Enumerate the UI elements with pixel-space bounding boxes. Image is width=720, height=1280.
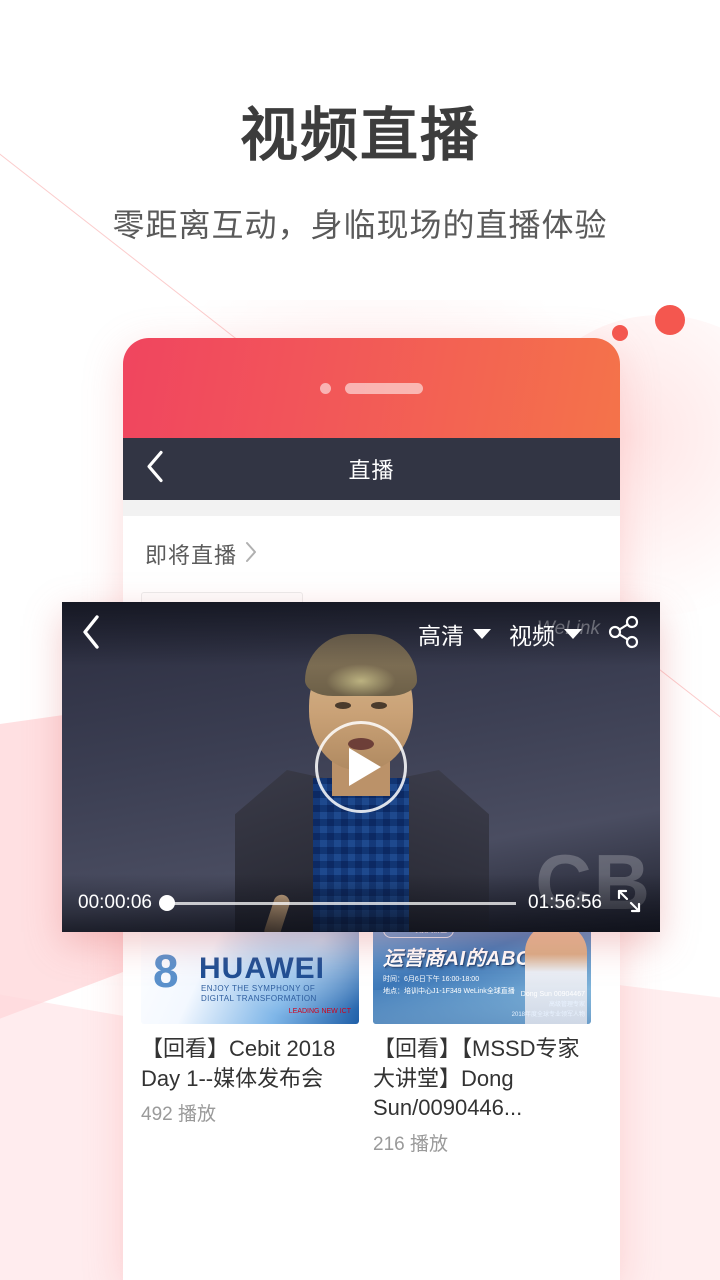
fullscreen-icon[interactable] — [614, 886, 644, 921]
navbar-back-icon[interactable] — [145, 450, 165, 489]
red-dot-large-icon — [655, 305, 685, 335]
quality-label: 高清 — [418, 623, 464, 649]
app-navbar: 直播 — [123, 438, 620, 500]
content-divider-top — [123, 500, 620, 516]
thumb-meta-2: 地点：培训中心J1-1F349 WeLink全球直播 — [383, 988, 515, 995]
thumb-meta-1: 时间：6月6日下午 16:00-18:00 — [383, 976, 480, 983]
total-time-label: 01:56:56 — [528, 892, 602, 913]
navbar-title: 直播 — [348, 458, 395, 483]
thumb-person-role: 高级管理专家 — [548, 1002, 585, 1008]
thumb-brand-wordmark: HUAWEI — [199, 952, 325, 985]
camera-icon — [320, 382, 331, 394]
hero-text-block: 视频直播 零距离互动，身临现场的直播体验 — [0, 0, 720, 246]
share-icon[interactable] — [606, 614, 642, 655]
red-dot-small-icon — [612, 325, 628, 341]
speaker-eye-left — [335, 702, 351, 709]
thumb-numeral: 8 — [153, 945, 179, 997]
speaker-eye-right — [371, 702, 387, 709]
replay-card-plays: 492 播放 — [141, 1104, 216, 1126]
thumb-corner-text: LEADING NEW ICT — [288, 1007, 351, 1015]
caret-down-icon — [473, 629, 491, 639]
page-subtitle: 零距离互动，身临现场的直播体验 — [112, 206, 608, 243]
replay-card[interactable]: MSSD 专家大讲堂 运营商AI的ABCDES 时间：6月6日下午 16:00-… — [373, 900, 591, 1156]
thumb-tagline-2: DIGITAL TRANSFORMATION — [201, 994, 317, 1003]
thumb-tagline-1: ENJOY THE SYMPHONY OF — [201, 984, 316, 993]
player-watermark: WeLink — [536, 618, 600, 639]
progress-slider[interactable] — [159, 895, 517, 911]
replay-card-grid: HUAWEI 8 HUAWEI ENJOY THE SYMPHONY OF DI… — [123, 896, 620, 1156]
chevron-right-icon — [245, 541, 258, 568]
thumb-person-name: Dong Sun 00904467 — [520, 991, 585, 998]
replay-card-title: 【回看】【MSSD专家大讲堂】Dong Sun/0090446... — [373, 1036, 580, 1121]
video-player[interactable]: CB 高清 视频 WeLink 00:0 — [62, 602, 660, 932]
phone-top-bezel — [123, 338, 620, 438]
current-time-label: 00:00:06 — [78, 892, 152, 913]
replay-card[interactable]: HUAWEI 8 HUAWEI ENJOY THE SYMPHONY OF DI… — [141, 900, 359, 1156]
replay-card-plays: 216 播放 — [373, 1134, 448, 1156]
progress-knob[interactable] — [159, 895, 176, 911]
player-back-icon[interactable] — [80, 613, 102, 656]
replay-card-title: 【回看】Cebit 2018 Day 1--媒体发布会 — [141, 1036, 336, 1091]
speaker-highlight — [326, 664, 396, 698]
play-icon[interactable] — [315, 721, 407, 813]
page-title: 视频直播 — [239, 103, 480, 168]
section-header-upcoming[interactable]: 即将直播 — [123, 516, 620, 586]
play-triangle — [349, 748, 381, 786]
quality-selector[interactable]: 高清 — [418, 617, 491, 651]
thumb-person-role-2: 2018年度全球专业领军人物 — [511, 1012, 585, 1018]
speaker-grill-icon — [345, 382, 423, 394]
player-bottom-controls: 00:00:06 01:56:56 — [62, 874, 660, 932]
section-title-upcoming: 即将直播 — [145, 543, 238, 568]
